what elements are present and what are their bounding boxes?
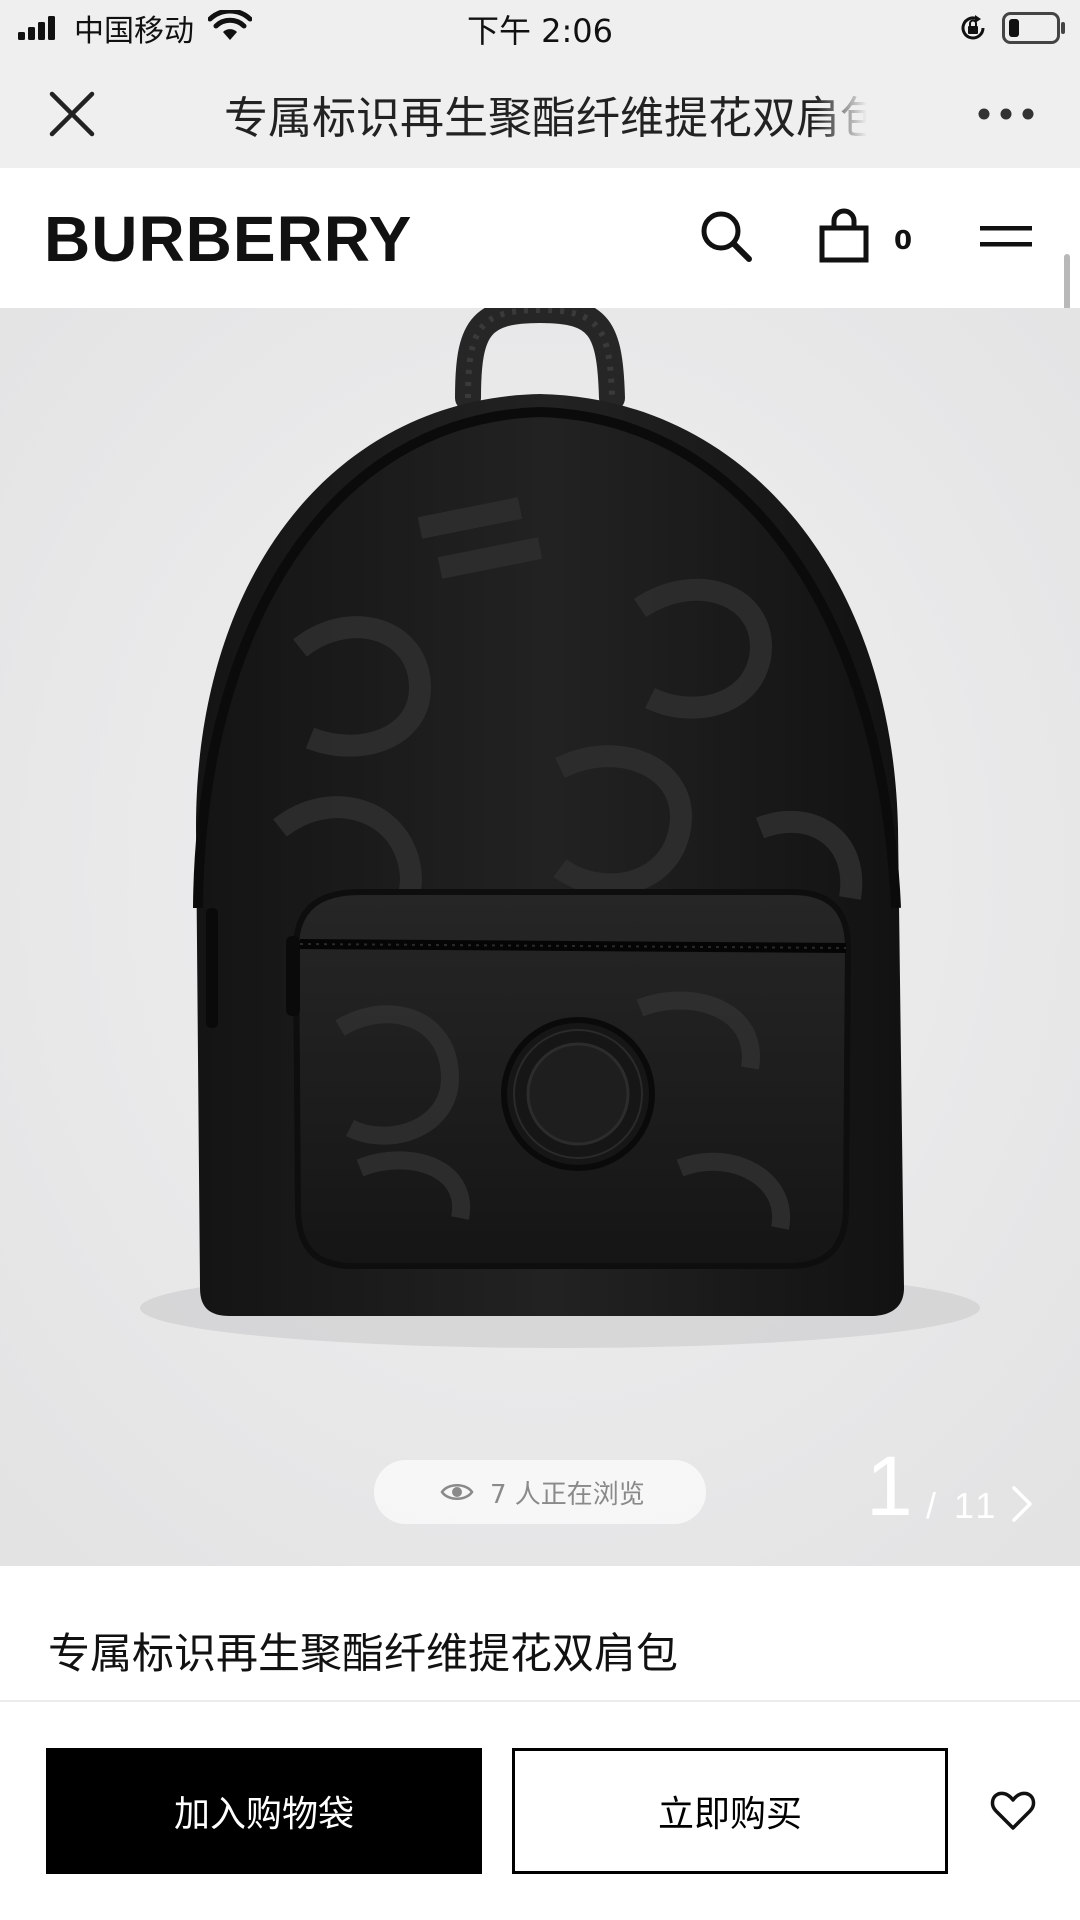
shopping-bag-icon[interactable] [816,208,872,264]
divider [0,1700,1080,1702]
heart-icon[interactable] [990,1790,1036,1832]
page-title: 专属标识再生聚酯纤维提花双肩包 [224,93,872,142]
close-icon[interactable] [44,86,100,142]
more-icon[interactable] [976,94,1036,134]
buy-now-button[interactable]: 立即购买 [512,1748,948,1874]
site-header: BURBERRY 0 [0,168,1080,308]
status-time: 下午 2:06 [466,12,614,50]
title-fade [816,76,876,148]
brand-logo[interactable]: BURBERRY [44,202,412,276]
rotation-lock-icon [961,15,985,40]
add-to-bag-button[interactable]: 加入购物袋 [46,1748,482,1874]
bag-count: 0 [894,226,913,256]
webview-nav-bar: 专属标识再生聚酯纤维提花双肩包 [0,56,1080,168]
battery-icon [1002,12,1065,44]
eye-icon [440,1484,474,1500]
chevron-right-icon[interactable] [1010,1484,1034,1524]
menu-icon[interactable] [978,222,1034,254]
product-gallery[interactable]: 7 人正在浏览 1 / 11 [0,308,1080,1566]
product-title: 专属标识再生聚酯纤维提花双肩包 [48,1629,679,1678]
status-bar: 中国移动 下午 2:06 [0,0,1080,56]
gallery-page-current: 1 [866,1439,913,1533]
viewers-count-text: 7 人正在浏览 [490,1480,645,1510]
search-icon[interactable] [698,208,754,264]
product-image [0,308,1080,1566]
gallery-page-total: / 11 [926,1485,1000,1526]
viewers-pill: 7 人正在浏览 [374,1460,706,1524]
